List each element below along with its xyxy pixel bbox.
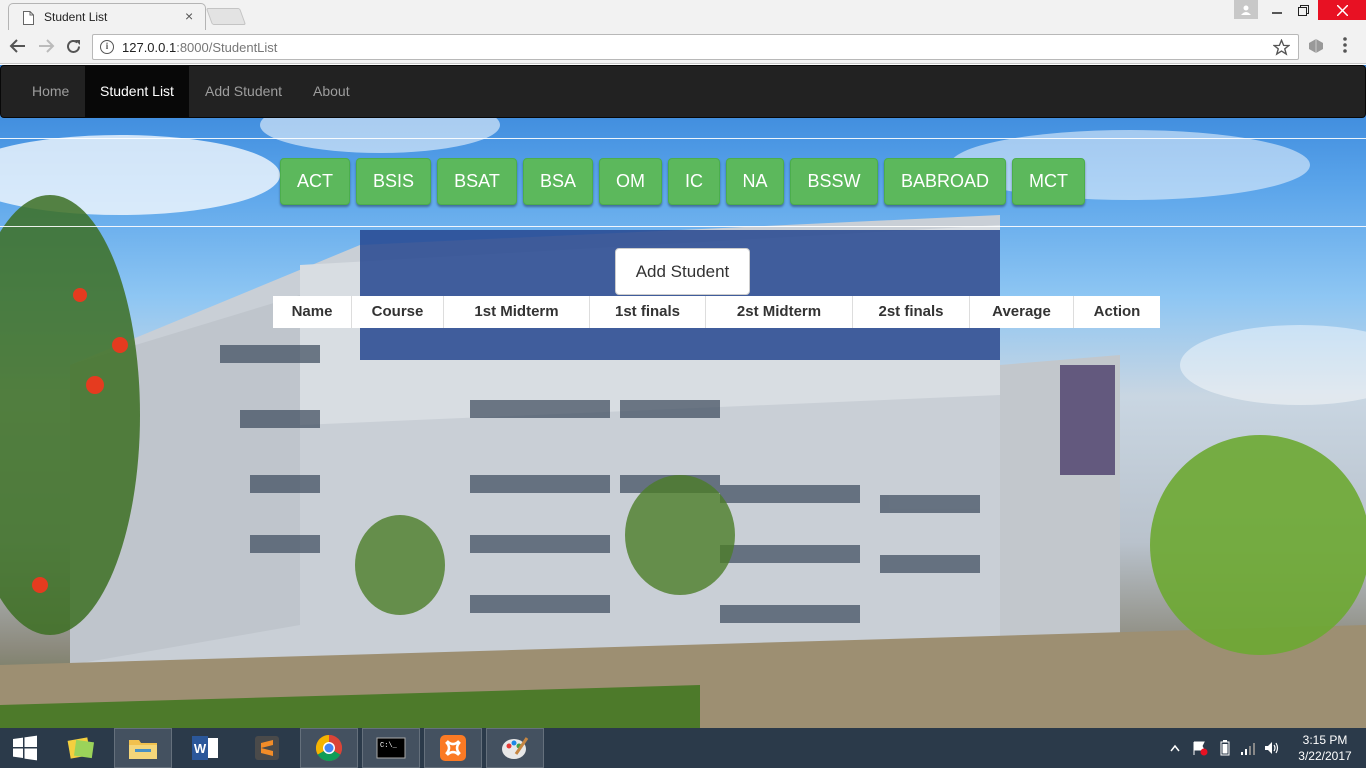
xampp-icon[interactable] [424,728,482,768]
col-header-action: Action [1093,303,1141,320]
windows-start-icon[interactable] [0,728,50,768]
course-button-bsa[interactable]: BSA [523,158,593,205]
close-window-icon[interactable] [1318,0,1366,20]
nav-about[interactable]: About [298,66,365,117]
paint-icon[interactable] [486,728,544,768]
command-prompt-icon[interactable]: C:\_ [362,728,420,768]
sublime-text-icon[interactable] [238,728,296,768]
back-icon[interactable] [9,38,27,54]
divider-top [0,138,1366,139]
clock-date: 3/22/2017 [1298,749,1352,763]
page-content: Home Student List Add Student About ACT … [0,65,1366,728]
forward-icon[interactable] [37,38,55,54]
windows-taskbar: W C:\_ 3:15 PM 3/22/2017 [0,728,1366,768]
col-header-average: Average [970,296,1074,328]
course-button-bsat[interactable]: BSAT [437,158,517,205]
browser-toolbar: i 127.0.0.1:8000/StudentList [0,30,1366,64]
col-header-1st-finals: 1st finals [590,296,706,328]
browser-tabstrip: Student List × [0,0,1366,31]
course-button-babroad[interactable]: BABROAD [884,158,1006,205]
new-tab-button[interactable] [205,8,247,25]
info-icon[interactable]: i [100,40,114,54]
student-table-header: Name Course 1st Midterm 1st finals 2st M… [273,296,1160,328]
nav-student-list[interactable]: Student List [85,66,189,117]
bookmark-star-icon[interactable] [1273,39,1290,56]
word-icon[interactable]: W [176,728,234,768]
show-hidden-icons[interactable] [1170,728,1180,768]
course-button-bssw[interactable]: BSSW [790,158,878,205]
battery-icon[interactable] [1220,728,1230,768]
svg-text:W: W [194,741,207,756]
nav-home[interactable]: Home [17,66,84,117]
col-header-1st-midterm: 1st Midterm [444,296,590,328]
page-icon [23,11,34,25]
restore-icon[interactable] [1290,0,1316,20]
menu-icon[interactable] [1342,37,1348,53]
col-header-course: Course [352,296,444,328]
volume-icon[interactable] [1264,728,1280,768]
user-profile-icon[interactable] [1234,0,1258,19]
reload-icon[interactable] [65,38,82,55]
chrome-icon[interactable] [300,728,358,768]
minimize-icon[interactable] [1264,0,1290,20]
taskbar-clock[interactable]: 3:15 PM 3/22/2017 [1290,732,1360,764]
course-button-om[interactable]: OM [599,158,662,205]
browser-tab[interactable]: Student List × [8,3,206,31]
course-button-bsis[interactable]: BSIS [356,158,431,205]
divider-bottom [0,226,1366,227]
extension-icon[interactable] [1307,38,1325,54]
nav-add-student[interactable]: Add Student [190,66,297,117]
file-explorer-icon[interactable] [114,728,172,768]
url-text[interactable]: 127.0.0.1:8000/StudentList [122,40,277,55]
address-bar[interactable]: i 127.0.0.1:8000/StudentList [92,34,1299,60]
col-header-2st-midterm: 2st Midterm [706,296,853,328]
site-navbar: Home Student List Add Student About [0,65,1366,118]
col-header-2st-finals: 2st finals [853,296,970,328]
sticky-notes-icon[interactable] [52,728,110,768]
clock-time: 3:15 PM [1302,733,1348,747]
tab-title: Student List [44,10,108,24]
tab-close-icon[interactable]: × [185,8,193,24]
col-header-name: Name [273,296,352,328]
course-button-na[interactable]: NA [726,158,784,205]
network-icon[interactable] [1240,728,1256,768]
svg-text:C:\_: C:\_ [380,742,398,750]
action-center-flag-icon[interactable] [1192,728,1208,768]
course-button-act[interactable]: ACT [280,158,350,205]
course-button-mct[interactable]: MCT [1012,158,1085,205]
add-student-button[interactable]: Add Student [615,248,750,295]
course-button-ic[interactable]: IC [668,158,720,205]
